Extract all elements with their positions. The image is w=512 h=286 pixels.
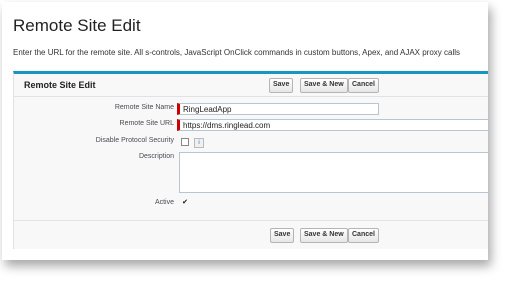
save-button-bottom[interactable]: Save xyxy=(270,228,295,243)
active-checkbox[interactable]: ✔ xyxy=(181,199,189,208)
save-new-button-bottom[interactable]: Save & New xyxy=(300,228,348,243)
remote-site-name-input[interactable]: RingLeadApp xyxy=(177,103,379,115)
edit-block: Remote Site Edit Save Save & New Cancel … xyxy=(13,71,488,249)
disable-protocol-security-label: Disable Protocol Security xyxy=(95,137,174,144)
remote-site-edit-page: Remote Site Edit Enter the URL for the r… xyxy=(2,2,488,260)
disable-protocol-security-checkbox[interactable] xyxy=(181,138,189,146)
cancel-button-top[interactable]: Cancel xyxy=(348,78,379,93)
page-title: Remote Site Edit xyxy=(13,16,141,35)
remote-site-url-label: Remote Site URL xyxy=(119,120,174,127)
block-title: Remote Site Edit xyxy=(24,80,96,90)
description-textarea[interactable] xyxy=(179,152,488,193)
remote-site-url-input[interactable]: https://dms.ringlead.com xyxy=(177,119,488,131)
info-icon[interactable]: i xyxy=(194,138,204,148)
save-button-top[interactable]: Save xyxy=(269,78,294,93)
remote-site-name-label: Remote Site Name xyxy=(114,104,174,111)
page-intro-text: Enter the URL for the remote site. All s… xyxy=(13,48,461,57)
block-footer-divider xyxy=(14,220,488,221)
block-header: Remote Site Edit Save Save & New Cancel xyxy=(14,74,488,97)
cancel-button-bottom[interactable]: Cancel xyxy=(348,228,379,243)
description-label: Description xyxy=(138,153,174,160)
save-new-button-top[interactable]: Save & New xyxy=(300,78,348,93)
active-label: Active xyxy=(154,199,174,206)
